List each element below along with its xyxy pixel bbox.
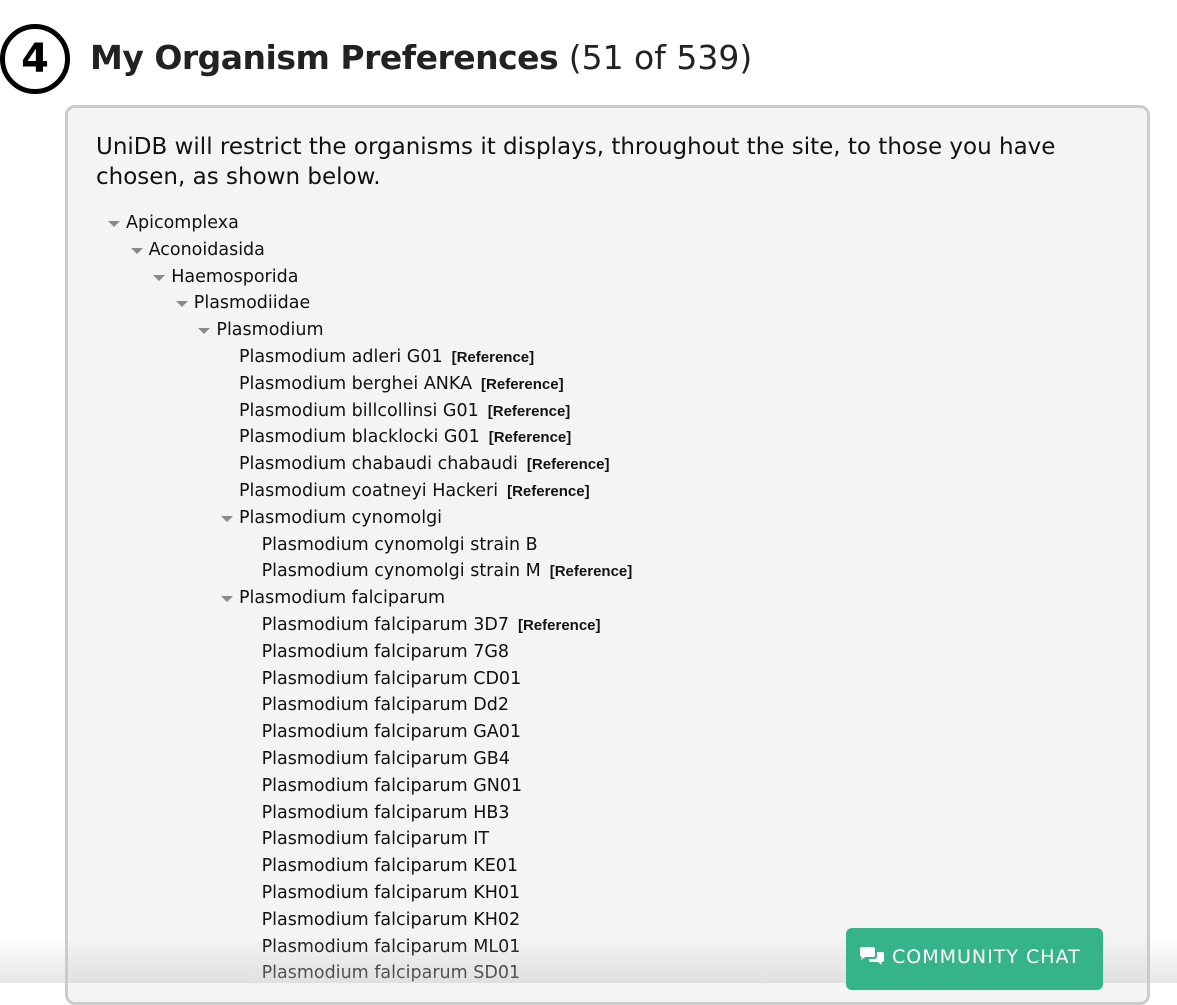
tree-leaf-node: Plasmodium coatneyi Hackeri [Reference] xyxy=(104,478,1147,505)
tree-node-label: Plasmodium falciparum GA01 xyxy=(261,722,522,743)
tree-node-label: Plasmodium falciparum KE01 xyxy=(261,856,519,877)
tree-leaf-node: Plasmodium falciparum HB3 xyxy=(104,800,1147,827)
tree-node-row-content: Plasmodium berghei ANKA [Reference] xyxy=(239,371,564,399)
tree-node-row-content: Plasmodium adleri G01 [Reference] xyxy=(239,344,534,372)
reference-tag: [Reference] xyxy=(526,456,610,474)
tree-group-node[interactable]: Plasmodiidae xyxy=(104,290,1147,317)
tree-leaf-node: Plasmodium falciparum CD01 xyxy=(104,666,1147,693)
tree-node-label: Plasmodium falciparum KH02 xyxy=(261,909,521,930)
tree-leaf-node: Plasmodium falciparum 3D7 [Reference] xyxy=(104,612,1147,639)
tree-leaf-node: Plasmodium falciparum GA01 xyxy=(104,719,1147,746)
tree-node-row-content: Plasmodium cynomolgi strain M [Reference] xyxy=(262,558,633,586)
tree-node-row-content: Plasmodium blacklocki G01 [Reference] xyxy=(239,424,571,452)
tree-leaf-node: Plasmodium blacklocki G01 [Reference] xyxy=(104,424,1147,451)
tree-node-label: Plasmodium cynomolgi strain M xyxy=(261,561,541,582)
tree-leaf-node: Plasmodium cynomolgi strain B xyxy=(104,532,1147,559)
organism-count: (51 of 539) xyxy=(568,38,753,77)
tree-leaf-node: Plasmodium falciparum 7G8 xyxy=(104,639,1147,666)
tree-node-label: Apicomplexa xyxy=(126,213,239,233)
tree-node-label: Plasmodium falciparum CD01 xyxy=(261,668,522,689)
tree-leaf-node: Plasmodium berghei ANKA [Reference] xyxy=(104,371,1147,398)
expand-caret-icon[interactable] xyxy=(221,596,233,603)
tree-node-label: Plasmodium falciparum KH01 xyxy=(261,882,521,903)
expand-caret-icon[interactable] xyxy=(153,274,166,281)
tree-node-label: Haemosporida xyxy=(171,266,299,287)
tree-leaf-node: Plasmodium falciparum KH01 xyxy=(104,880,1147,907)
tree-node-label: Plasmodium cynomolgi xyxy=(239,507,443,528)
tree-node-label: Plasmodium billcollinsi G01 xyxy=(239,400,479,421)
tree-node-label: Plasmodium berghei ANKA xyxy=(239,373,473,394)
tree-node-label: Plasmodium xyxy=(216,320,324,341)
tree-node-label: Plasmodium falciparum Dd2 xyxy=(261,695,509,716)
expand-caret-icon[interactable] xyxy=(221,515,233,522)
tree-node-label: Plasmodium falciparum 3D7 xyxy=(261,614,509,635)
tree-leaf-node: Plasmodium falciparum Dd2 xyxy=(104,692,1147,719)
tree-node-label: Plasmodium cynomolgi strain B xyxy=(261,534,538,555)
tree-leaf-node: Plasmodium billcollinsi G01 [Reference] xyxy=(104,398,1147,425)
tree-leaf-node: Plasmodium falciparum KE01 xyxy=(104,853,1147,880)
expand-caret-icon[interactable] xyxy=(130,247,143,254)
tree-node-label: Plasmodium falciparum SD01 xyxy=(261,963,521,984)
tree-node-row-content: Plasmodium chabaudi chabaudi [Reference] xyxy=(239,451,609,479)
tree-leaf-node: Plasmodium cynomolgi strain M [Reference] xyxy=(104,558,1147,585)
intro-text: UniDB will restrict the organisms it dis… xyxy=(96,134,1056,190)
tree-group-node[interactable]: Haemosporida xyxy=(104,264,1147,291)
tree-node-label: Plasmodium blacklocki G01 xyxy=(239,427,480,448)
tree-node-label: Plasmodium falciparum IT xyxy=(261,829,490,850)
tree-node-label: Plasmodium falciparum xyxy=(239,588,446,609)
reference-tag: [Reference] xyxy=(507,482,590,500)
tree-leaf-node: Plasmodium chabaudi chabaudi [Reference] xyxy=(104,451,1147,478)
reference-tag: [Reference] xyxy=(549,563,633,581)
organism-tree: Apicomplexa Aconoidasida Haemosporida Plasm… xyxy=(104,210,1147,987)
tree-node-label: Plasmodium chabaudi chabaudi xyxy=(239,454,518,475)
tree-node-label: Plasmodium falciparum HB3 xyxy=(261,802,510,823)
tree-node-label: Plasmodium falciparum GN01 xyxy=(261,775,523,796)
tree-leaf-node: Plasmodium falciparum GN01 xyxy=(104,773,1147,800)
reference-tag: [Reference] xyxy=(488,429,572,447)
tree-node-label: Plasmodium falciparum ML01 xyxy=(261,936,521,957)
reference-tag: [Reference] xyxy=(487,402,571,420)
reference-tag: [Reference] xyxy=(517,616,601,634)
reference-tag: [Reference] xyxy=(481,375,564,393)
organism-preferences-panel: UniDB will restrict the organisms it dis… xyxy=(65,105,1150,1005)
tree-node-row-content: Plasmodium coatneyi Hackeri [Reference] xyxy=(239,478,590,506)
expand-caret-icon[interactable] xyxy=(175,301,188,308)
tree-node-label: Plasmodium adleri G01 xyxy=(239,346,443,367)
tree-group-node[interactable]: Plasmodium cynomolgi xyxy=(104,505,1147,532)
tree-node-row-content: Plasmodium falciparum 3D7 [Reference] xyxy=(262,612,601,640)
page-title-text: My Organism Preferences xyxy=(90,38,559,77)
tree-node-row-content: Plasmodium billcollinsi G01 [Reference] xyxy=(239,398,570,426)
chat-bubbles-icon xyxy=(860,947,884,965)
tree-leaf-node: Plasmodium falciparum IT xyxy=(104,826,1147,853)
tree-group-node[interactable]: Plasmodium falciparum xyxy=(104,585,1147,612)
step-number-badge: 4 xyxy=(0,24,70,94)
expand-caret-icon[interactable] xyxy=(198,328,211,335)
tree-group-node[interactable]: Apicomplexa xyxy=(104,210,1147,237)
tree-node-label: Plasmodium falciparum GB4 xyxy=(261,748,510,769)
tree-node-label: Plasmodiidae xyxy=(193,293,311,314)
tree-leaf-node: Plasmodium adleri G01 [Reference] xyxy=(104,344,1147,371)
tree-group-node[interactable]: Plasmodium xyxy=(104,317,1147,344)
page-title: My Organism Preferences (51 of 539) xyxy=(90,38,752,77)
expand-caret-icon[interactable] xyxy=(108,221,120,227)
reference-tag: [Reference] xyxy=(451,348,535,366)
community-chat-label: COMMUNITY CHAT xyxy=(892,946,1081,968)
tree-node-label: Plasmodium falciparum 7G8 xyxy=(261,641,510,662)
tree-leaf-node: Plasmodium falciparum GB4 xyxy=(104,746,1147,773)
tree-node-label: Plasmodium coatneyi Hackeri xyxy=(239,480,499,501)
tree-node-label: Aconoidasida xyxy=(148,239,265,260)
community-chat-button[interactable]: COMMUNITY CHAT xyxy=(846,928,1103,990)
tree-group-node[interactable]: Aconoidasida xyxy=(104,237,1147,264)
